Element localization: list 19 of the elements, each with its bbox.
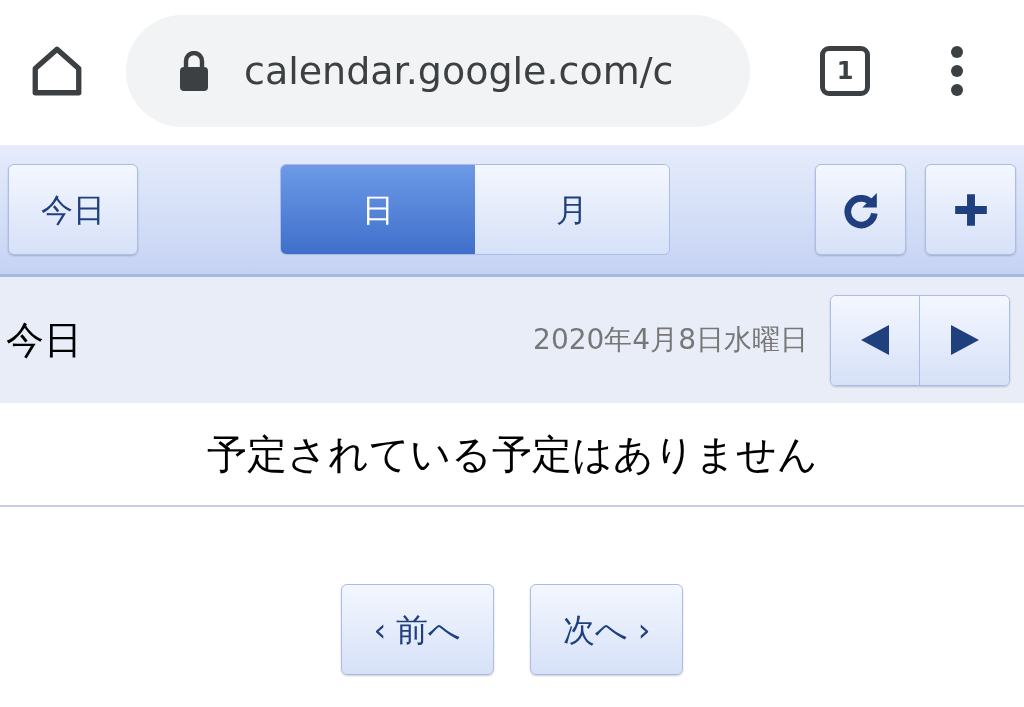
left-triangle-icon: [861, 325, 889, 355]
empty-message: 予定されている予定はありません: [206, 430, 818, 479]
refresh-button[interactable]: [815, 164, 906, 255]
url-text: calendar.google.com/c: [244, 47, 674, 95]
view-tab[interactable]: 日: [281, 165, 475, 254]
view-tab[interactable]: 月: [475, 165, 669, 254]
next-page-button[interactable]: 次へ ›: [530, 584, 683, 675]
date-text: 2020年4月8日水曜日: [533, 322, 808, 358]
more-icon[interactable]: [950, 45, 964, 97]
right-triangle-icon: [950, 325, 979, 355]
previous-day-button[interactable]: [831, 295, 920, 385]
previous-page-button[interactable]: ‹ 前へ: [341, 584, 494, 675]
lock-icon: [178, 51, 210, 91]
address-bar[interactable]: calendar.google.com/c: [126, 15, 750, 127]
add-button[interactable]: [925, 164, 1016, 255]
day-title: 今日: [6, 316, 82, 364]
next-day-button[interactable]: [920, 295, 1009, 385]
tab-count[interactable]: 1: [820, 46, 870, 96]
today-button[interactable]: 今日: [8, 164, 138, 255]
